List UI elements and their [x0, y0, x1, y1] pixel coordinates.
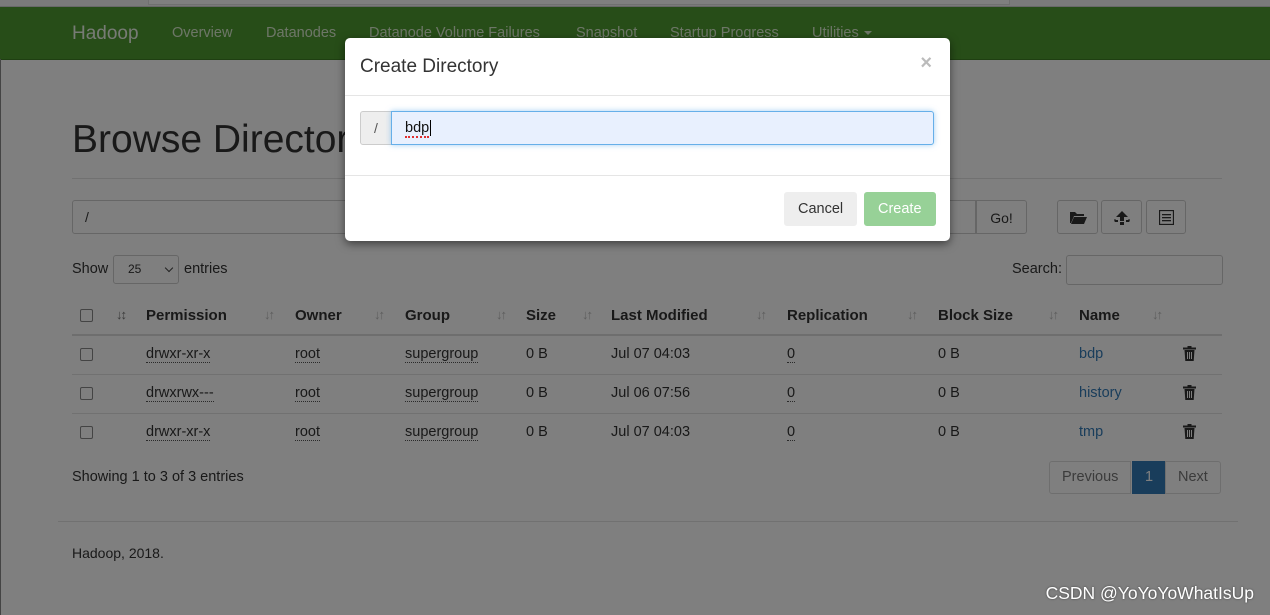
modal-title: Create Directory [360, 56, 499, 77]
modal-footer-divider [345, 175, 950, 176]
path-prefix-addon: / [360, 111, 392, 145]
create-directory-modal: Create Directory × / bdp Cancel Create [345, 38, 950, 241]
text-cursor [430, 120, 432, 137]
directory-name-input[interactable]: bdp [391, 111, 934, 145]
create-button[interactable]: Create [864, 192, 936, 226]
close-icon[interactable]: × [920, 52, 932, 75]
cancel-button[interactable]: Cancel [784, 192, 858, 226]
modal-header-divider [345, 95, 950, 96]
watermark: CSDN @YoYoYoWhatIsUp [1045, 583, 1254, 603]
window-edge [0, 59, 1, 615]
directory-name-value: bdp [405, 120, 430, 138]
